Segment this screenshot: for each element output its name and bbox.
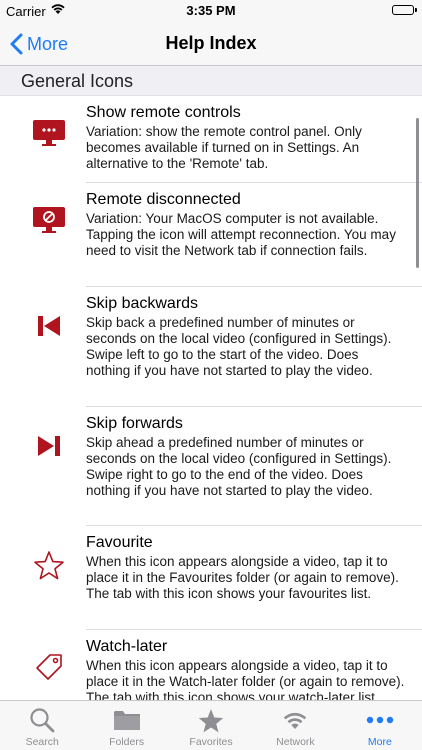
tab-label: Network	[276, 736, 315, 748]
skip-forward-icon	[32, 429, 66, 463]
help-list[interactable]: Show remote controls Variation: show the…	[0, 96, 422, 700]
help-item-show-remote-controls: Show remote controls Variation: show the…	[0, 96, 422, 182]
tab-network[interactable]: Network	[253, 701, 337, 750]
item-description: Variation: Your MacOS computer is not av…	[86, 211, 396, 258]
help-item-watch-later: Watch-later When this icon appears along…	[0, 630, 422, 700]
tab-label: More	[367, 736, 392, 748]
item-description: When this icon appears alongside a video…	[86, 554, 399, 601]
skip-backward-icon	[32, 309, 66, 343]
tab-search[interactable]: Search	[0, 701, 84, 750]
star-icon	[32, 548, 66, 582]
item-title: Remote disconnected	[86, 191, 241, 208]
page-title: Help Index	[165, 33, 257, 53]
help-item-skip-forwards: Skip forwards Skip ahead a predefined nu…	[0, 407, 422, 525]
search-icon	[29, 706, 55, 734]
navigation-bar: More Help Index	[0, 22, 422, 66]
help-item-remote-disconnected: Remote disconnected Variation: Your MacO…	[0, 183, 422, 286]
tab-more[interactable]: More	[338, 701, 422, 750]
item-title: Skip forwards	[86, 415, 183, 432]
item-title: Watch-later	[86, 638, 168, 655]
tab-folders[interactable]: Folders	[84, 701, 168, 750]
tab-label: Search	[25, 736, 59, 748]
help-item-favourite: Favourite When this icon appears alongsi…	[0, 526, 422, 629]
battery-icon	[392, 5, 417, 15]
tag-icon	[32, 650, 66, 684]
tab-bar: Search Folders Favorites Network More	[0, 700, 422, 750]
item-title: Show remote controls	[86, 104, 241, 121]
item-description: Skip back a predefined number of minutes…	[86, 315, 392, 378]
star-icon	[197, 706, 225, 734]
item-title: Skip backwards	[86, 295, 199, 312]
tab-favorites[interactable]: Favorites	[169, 701, 253, 750]
item-description: Skip ahead a predefined number of minute…	[86, 435, 392, 498]
wifi-icon	[281, 706, 309, 734]
tab-label: Favorites	[189, 736, 233, 748]
item-description: Variation: show the remote control panel…	[86, 124, 362, 171]
tab-label: Folders	[109, 736, 145, 748]
section-header: General Icons	[0, 66, 422, 96]
folder-icon	[113, 706, 141, 734]
clock: 3:35 PM	[186, 3, 236, 18]
item-title: Favourite	[86, 534, 153, 551]
monitor-remote-icon	[32, 116, 66, 150]
monitor-disconnected-icon	[32, 203, 66, 237]
more-icon	[366, 706, 394, 734]
item-description: When this icon appears alongside a video…	[86, 658, 405, 700]
help-item-skip-backwards: Skip backwards Skip back a predefined nu…	[0, 287, 422, 406]
status-bar: Carrier 3:35 PM	[0, 0, 422, 22]
scroll-indicator[interactable]	[416, 118, 419, 268]
